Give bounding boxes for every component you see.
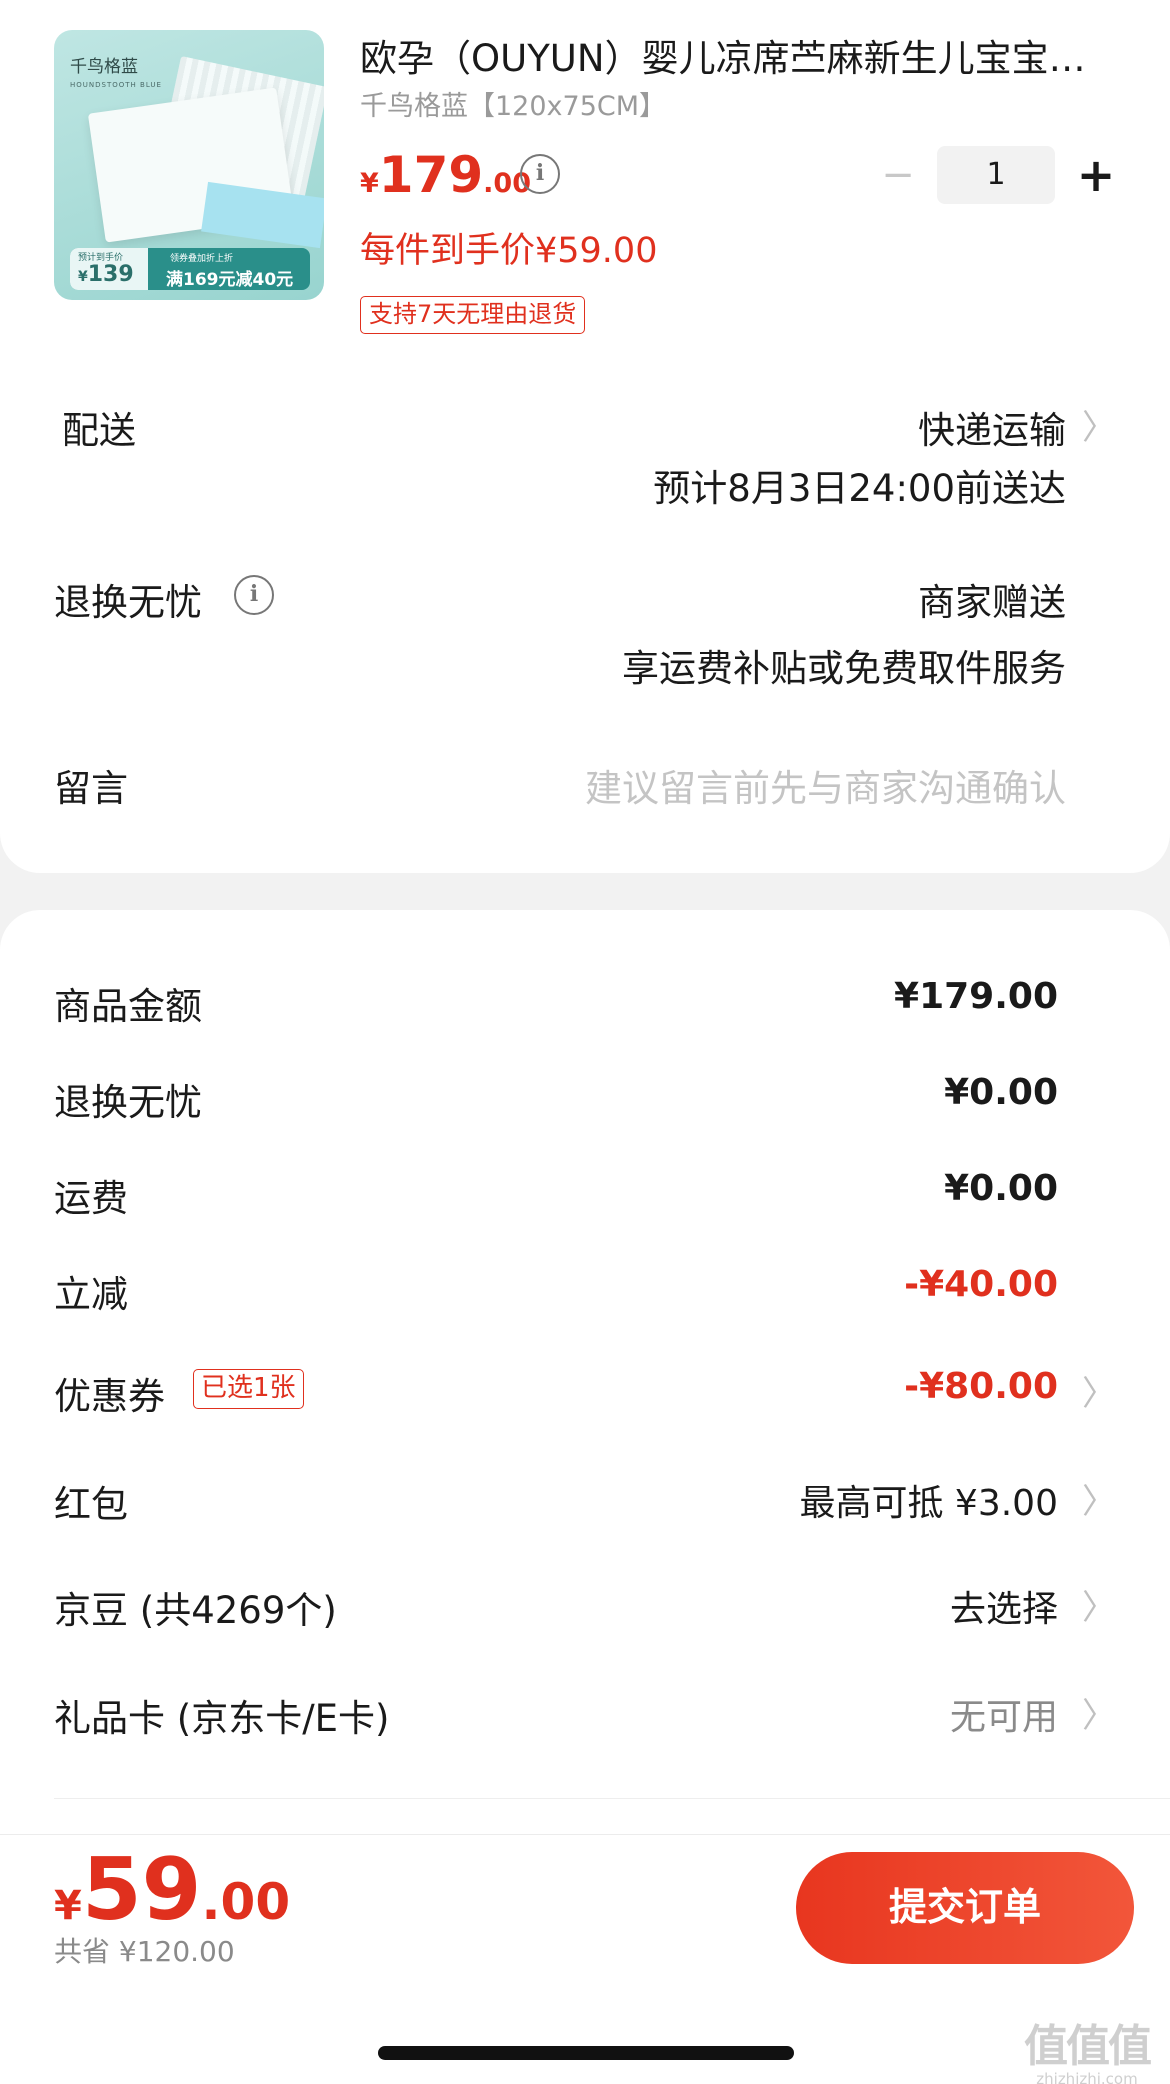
- return-service-value: 商家赠送: [918, 581, 1066, 624]
- coupon-value[interactable]: -¥80.00: [904, 1366, 1058, 1407]
- product-title[interactable]: 欧孕（OUYUN）婴儿凉席苎麻新生儿宝宝凉席: [360, 28, 1120, 82]
- instant-discount-value: -¥40.00: [904, 1264, 1058, 1305]
- return-service-label: 退换无忧: [54, 581, 202, 624]
- gift-card-label[interactable]: 礼品卡 (京东卡/E卡): [54, 1688, 389, 1742]
- return-fee-value: ¥0.00: [944, 1072, 1058, 1113]
- watermark-logo: 值值值 zhizhizhi.com: [1024, 2021, 1152, 2084]
- gift-card-value[interactable]: 无可用: [950, 1688, 1058, 1740]
- goods-amount-value: ¥179.00: [894, 976, 1058, 1017]
- message-input[interactable]: 建议留言前先与商家沟通确认: [585, 758, 1066, 812]
- qty-decrease-button[interactable]: −: [878, 150, 918, 200]
- jingdou-value[interactable]: 去选择: [950, 1580, 1058, 1632]
- red-packet-chevron-icon[interactable]: 〉: [1082, 1474, 1116, 1523]
- shipping-fee-value: ¥0.00: [944, 1168, 1058, 1209]
- price-info-icon[interactable]: i: [520, 154, 560, 194]
- return-service-info-icon[interactable]: i: [234, 575, 274, 615]
- gift-card-chevron-icon[interactable]: 〉: [1082, 1688, 1116, 1737]
- divider: [54, 1798, 1170, 1799]
- message-label: 留言: [54, 767, 128, 810]
- red-packet-value[interactable]: 最高可抵 ¥3.00: [799, 1474, 1058, 1526]
- coupon-selected-badge: 已选1张: [193, 1369, 304, 1409]
- total-price: ¥59.00: [54, 1840, 291, 1940]
- qty-input[interactable]: 1: [937, 146, 1055, 204]
- home-indicator[interactable]: [378, 2046, 794, 2060]
- delivery-label: 配送: [62, 409, 136, 452]
- product-spec[interactable]: 千鸟格蓝【120x75CM】: [360, 84, 666, 123]
- red-packet-label[interactable]: 红包: [54, 1474, 128, 1528]
- total-saved: 共省 ¥120.00: [54, 1935, 235, 1968]
- qty-increase-button[interactable]: +: [1076, 146, 1116, 204]
- coupon-label[interactable]: 优惠券: [54, 1366, 165, 1420]
- return-fee-label: 退换无忧: [54, 1081, 202, 1124]
- coupon-chevron-icon[interactable]: 〉: [1082, 1366, 1116, 1415]
- jingdou-chevron-icon[interactable]: 〉: [1082, 1580, 1116, 1629]
- goods-amount-label: 商品金额: [54, 985, 202, 1028]
- delivery-eta: 预计8月3日24:00前送达: [653, 467, 1066, 510]
- return-service-desc: 享运费补贴或免费取件服务: [622, 647, 1066, 690]
- product-price: ¥179.00: [360, 146, 532, 204]
- delivery-chevron-icon[interactable]: 〉: [1082, 400, 1116, 449]
- per-item-price: 每件到手价¥59.00: [360, 231, 658, 271]
- return-policy-tag: 支持7天无理由退货: [360, 296, 586, 334]
- shipping-fee-label: 运费: [54, 1177, 128, 1220]
- instant-discount-label: 立减: [54, 1273, 128, 1316]
- thumb-color-label: 千鸟格蓝 HOUNDSTOOTH BLUE: [70, 57, 162, 89]
- delivery-method[interactable]: 快递运输: [918, 400, 1066, 454]
- thumb-promo-bar: 预计到手价 ¥139 领券叠加折上折 满169元减40元: [70, 248, 310, 290]
- submit-order-button[interactable]: 提交订单: [796, 1852, 1134, 1964]
- jingdou-label[interactable]: 京豆 (共4269个): [54, 1580, 337, 1634]
- product-thumbnail[interactable]: 千鸟格蓝 HOUNDSTOOTH BLUE 预计到手价 ¥139 领券叠加折上折 满…: [54, 30, 324, 300]
